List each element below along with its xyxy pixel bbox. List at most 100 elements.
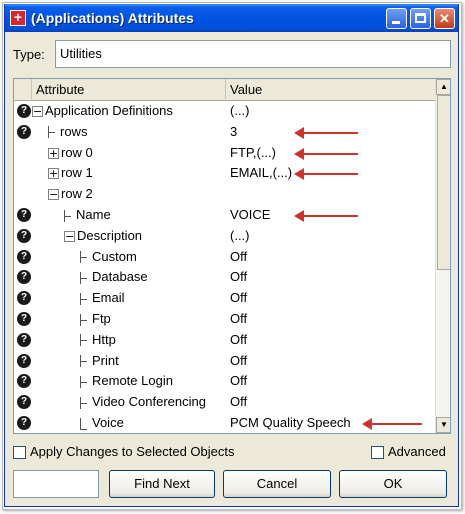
- value-cell[interactable]: Off: [230, 290, 247, 305]
- find-next-button[interactable]: Find Next: [109, 470, 215, 498]
- value-cell[interactable]: Off: [230, 373, 247, 388]
- apply-changes-checkbox[interactable]: [13, 446, 26, 460]
- value-cell[interactable]: FTP,(...): [230, 145, 276, 160]
- attribute-row[interactable]: ? rows 3: [14, 122, 435, 143]
- attribute-label: Ftp: [92, 311, 111, 326]
- help-icon[interactable]: ?: [17, 416, 31, 430]
- header-value[interactable]: Value: [226, 79, 435, 101]
- value-cell[interactable]: Off: [230, 332, 247, 347]
- type-field[interactable]: Utilities: [55, 40, 451, 68]
- attribute-label: Application Definitions: [45, 103, 173, 118]
- attribute-row[interactable]: ? Voice PCM Quality Speech: [14, 413, 435, 433]
- help-icon[interactable]: ?: [17, 208, 31, 222]
- value-cell[interactable]: VOICE: [230, 207, 270, 222]
- annotation-arrow-icon: [362, 418, 422, 430]
- help-icon[interactable]: ?: [17, 291, 31, 306]
- attribute-label: Database: [92, 269, 148, 285]
- attribute-cell: rows: [48, 124, 87, 139]
- tree-line-icon: [80, 292, 90, 305]
- attribute-row[interactable]: ? Email Off: [14, 288, 435, 309]
- help-icon[interactable]: ?: [17, 374, 31, 389]
- advanced-checkbox[interactable]: [371, 446, 384, 460]
- scroll-down-icon[interactable]: ▼: [436, 417, 450, 433]
- value-cell[interactable]: EMAIL,(...): [230, 165, 292, 180]
- attribute-row[interactable]: ? Http Off: [14, 330, 435, 351]
- attribute-label: Description: [77, 227, 143, 243]
- close-button[interactable]: ✕: [434, 8, 455, 29]
- title-bar[interactable]: + (Applications) Attributes ✕: [5, 4, 458, 32]
- attribute-label: Print: [92, 352, 119, 368]
- attribute-row[interactable]: − row 2: [14, 184, 435, 205]
- maximize-button[interactable]: [410, 8, 431, 29]
- attribute-row[interactable]: + row 1 EMAIL,(...): [14, 163, 435, 184]
- attribute-label: Email: [92, 290, 125, 306]
- help-icon[interactable]: ?: [17, 249, 31, 264]
- help-icon[interactable]: ?: [17, 312, 31, 326]
- value-cell[interactable]: 3: [230, 124, 237, 139]
- advanced-label: Advanced: [388, 444, 446, 459]
- value-cell[interactable]: PCM Quality Speech: [230, 415, 351, 430]
- attribute-row[interactable]: ? Video Conferencing Off: [14, 392, 435, 413]
- vertical-scrollbar[interactable]: ▲ ▼: [435, 79, 450, 433]
- help-icon[interactable]: ?: [17, 124, 31, 139]
- value-cell[interactable]: (...): [230, 103, 250, 118]
- attribute-cell: + row 1: [48, 165, 93, 180]
- value-cell[interactable]: (...): [230, 228, 250, 243]
- value-cell[interactable]: Off: [230, 249, 247, 264]
- help-icon[interactable]: ?: [17, 332, 31, 347]
- collapse-icon[interactable]: −: [32, 106, 43, 118]
- attribute-row[interactable]: ? Remote Login Off: [14, 371, 435, 392]
- attribute-row[interactable]: ? Name VOICE: [14, 205, 435, 226]
- value-cell[interactable]: Off: [230, 353, 247, 368]
- apply-changes-option[interactable]: Apply Changes to Selected Objects: [13, 444, 235, 460]
- scroll-up-icon[interactable]: ▲: [436, 79, 450, 95]
- tree-line-icon: [80, 396, 90, 409]
- attribute-row[interactable]: ? Print Off: [14, 351, 435, 372]
- attribute-row[interactable]: ? Custom Off: [14, 247, 435, 268]
- attribute-label: rows: [60, 123, 88, 139]
- attribute-cell: Voice: [80, 415, 124, 430]
- collapse-icon[interactable]: −: [48, 189, 59, 201]
- annotation-arrow-icon: [294, 210, 358, 222]
- type-label: Type:: [13, 47, 45, 62]
- tree-line-icon: [80, 313, 90, 326]
- find-input[interactable]: [13, 470, 99, 498]
- attribute-row[interactable]: ? − Application Definitions (...): [14, 101, 435, 122]
- cancel-button[interactable]: Cancel: [223, 470, 331, 498]
- expand-icon[interactable]: +: [48, 147, 59, 159]
- grid-header: Attribute Value: [14, 79, 435, 101]
- attribute-cell: Name: [64, 207, 111, 222]
- expand-icon[interactable]: +: [48, 168, 59, 180]
- attribute-row[interactable]: ? Ftp Off: [14, 309, 435, 330]
- help-icon[interactable]: ?: [17, 228, 31, 243]
- help-icon[interactable]: ?: [17, 270, 31, 285]
- value-cell[interactable]: Off: [230, 311, 247, 326]
- collapse-icon[interactable]: −: [64, 230, 75, 242]
- header-attribute[interactable]: Attribute: [32, 79, 226, 101]
- attribute-row[interactable]: ? − Description (...): [14, 226, 435, 247]
- attribute-cell: − row 2: [48, 186, 93, 201]
- help-icon[interactable]: ?: [17, 395, 31, 410]
- tree-line-icon: [80, 251, 90, 264]
- advanced-option[interactable]: Advanced: [371, 444, 446, 460]
- attribute-grid: Attribute Value ? − Application Definition…: [13, 78, 451, 434]
- attribute-cell: Remote Login: [80, 373, 173, 388]
- attribute-cell: Print: [80, 353, 119, 368]
- attribute-label: Http: [92, 331, 116, 347]
- help-icon[interactable]: ?: [17, 104, 31, 118]
- ok-button[interactable]: OK: [339, 470, 447, 498]
- tree-line-icon: [80, 271, 90, 284]
- scroll-thumb[interactable]: [437, 95, 450, 270]
- value-cell[interactable]: Off: [230, 394, 247, 409]
- attribute-row[interactable]: ? Database Off: [14, 267, 435, 288]
- minimize-button[interactable]: [386, 8, 407, 29]
- apply-changes-label: Apply Changes to Selected Objects: [30, 444, 235, 459]
- annotation-arrow-icon: [294, 168, 358, 181]
- attribute-cell: + row 0: [48, 145, 93, 160]
- attribute-rows: ? − Application Definitions (...)? rows 3 + row…: [14, 101, 435, 433]
- help-icon[interactable]: ?: [17, 353, 31, 368]
- attribute-row[interactable]: + row 0 FTP,(...): [14, 143, 435, 164]
- value-cell[interactable]: Off: [230, 269, 247, 284]
- attribute-cell: Database: [80, 269, 148, 284]
- tree-line-icon: [80, 334, 90, 347]
